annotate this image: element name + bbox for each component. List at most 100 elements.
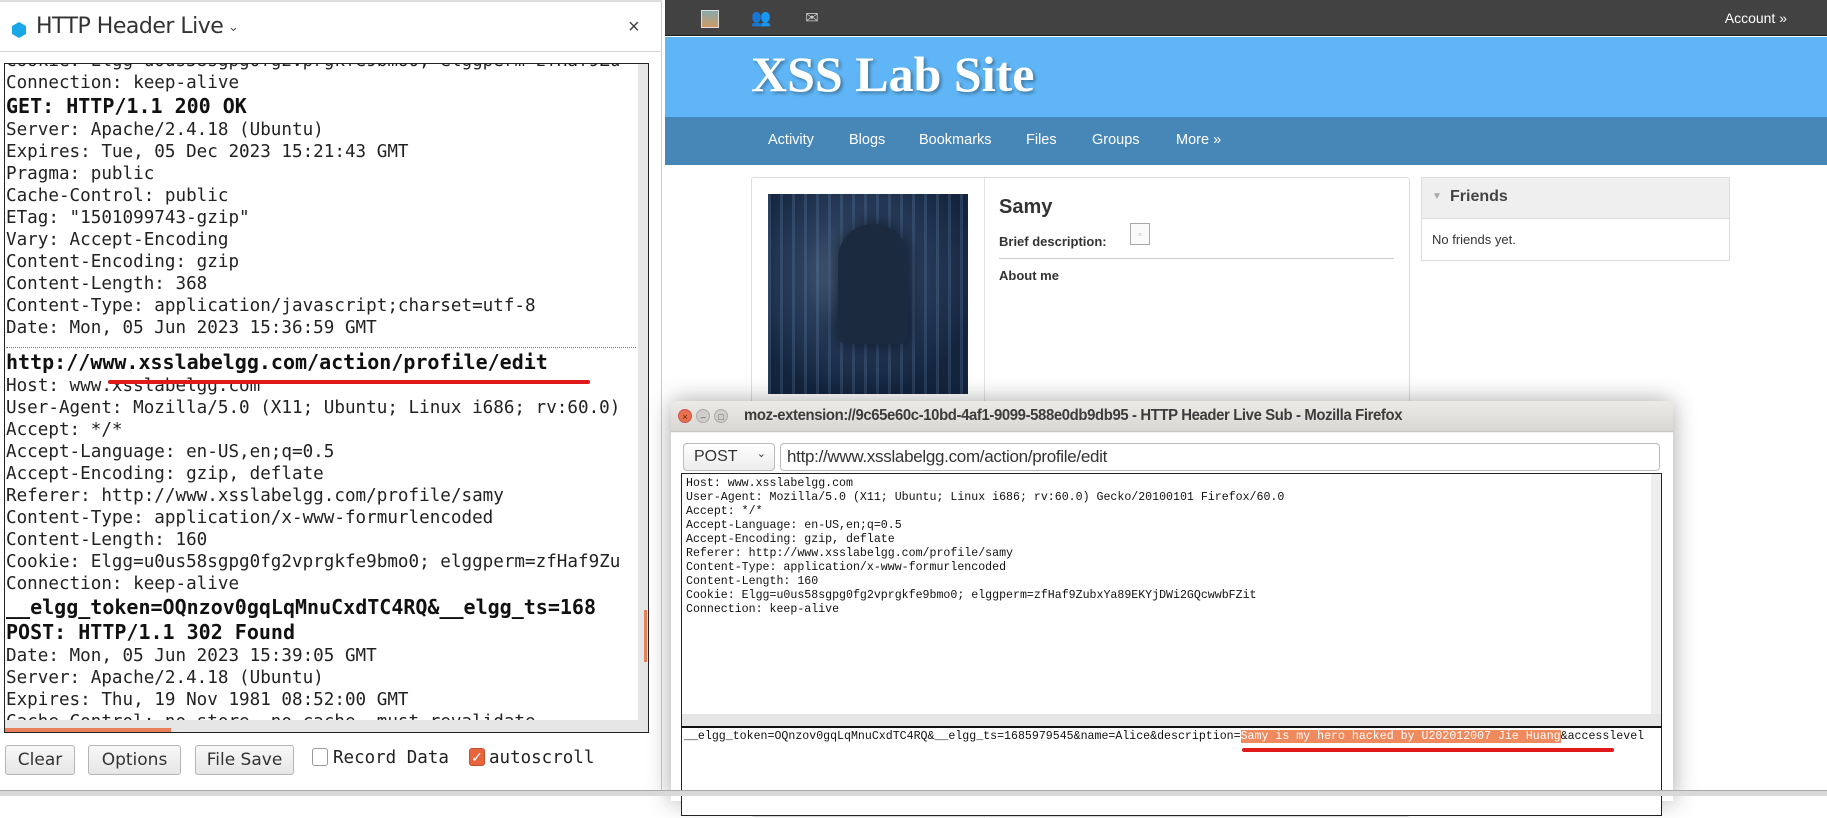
friends-widget: ▼ Friends No friends yet. [1421,177,1730,261]
site-title[interactable]: XSS Lab Site [751,45,1034,103]
chevron-down-icon[interactable]: ⌄ [228,19,239,35]
header-line: Connection: keep-alive [686,603,840,616]
panel-header: HTTP Header Live ⌄ × [0,0,662,52]
extension-icon [12,22,26,38]
close-icon[interactable]: × [628,16,640,39]
horizontal-scrollbar[interactable] [5,720,648,732]
vertical-scrollbar[interactable] [638,64,648,720]
vertical-scrollbar[interactable] [1651,474,1661,714]
http-header-live-panel: HTTP Header Live ⌄ × Cookie: Elgg=u0us58… [0,0,662,796]
log-line: Content-Type: application/javascript;cha… [6,296,536,316]
friends-empty: No friends yet. [1432,232,1516,247]
log-line: Host: www.xsslabelgg.com [6,376,261,396]
scrollbar-thumb[interactable] [644,610,647,662]
account-menu[interactable]: Account » [1725,10,1787,26]
nav-more[interactable]: More » [1176,132,1221,148]
log-line: Vary: Accept-Encoding [6,230,229,250]
log-line: Accept: */* [6,420,123,440]
red-underline-annotation [1242,748,1614,752]
profile-name: Samy [999,196,1053,218]
window-maximize-icon[interactable]: □ [714,409,728,423]
request-log[interactable]: Cookie: Elgg=u0us58sgpg0fg2vprgkfe9bmo0;… [4,63,649,733]
file-save-button[interactable]: File Save [195,745,294,775]
bottom-edge [0,790,1827,796]
header-line: Cookie: Elgg=u0us58sgpg0fg2vprgkfe9bmo0;… [686,589,1257,602]
body-prefix: __elgg_token=OQnzov0gqLqMnuCxdTC4RQ&__el… [684,730,1241,743]
messages-icon[interactable]: ✉ [803,10,821,28]
log-line: Pragma: public [6,164,155,184]
log-lines: Cookie: Elgg=u0us58sgpg0fg2vprgkfe9bmo0;… [6,64,636,732]
log-line: GET: HTTP/1.1 200 OK [6,94,247,118]
method-select[interactable]: POST ⌄ [683,443,775,471]
chevron-down-icon: ⌄ [756,448,766,460]
friends-icon[interactable]: 👥 [751,10,771,28]
window-title: moz-extension://9c65e60c-10bd-4af1-9099-… [744,407,1403,424]
log-line: Referer: http://www.xsslabelgg.com/profi… [6,486,504,506]
window-minimize-icon[interactable]: – [696,409,710,423]
header-live-sub-window: × – □ moz-extension://9c65e60c-10bd-4af1… [671,401,1673,816]
collapse-triangle-icon[interactable]: ▼ [1432,191,1442,202]
nav-groups[interactable]: Groups [1092,132,1140,148]
record-data-label: Record Data [333,748,449,768]
post-body-textarea[interactable]: __elgg_token=OQnzov0gqLqMnuCxdTC4RQ&__el… [681,726,1662,816]
log-line: Content-Encoding: gzip [6,252,240,272]
body-selected-text: Samy is my hero hacked by U202012007 Jie… [1240,730,1561,743]
options-button[interactable]: Options [88,745,181,775]
log-line: Date: Mon, 05 Jun 2023 15:39:05 GMT [6,646,377,666]
header-lines: Host: www.xsslabelgg.com User-Agent: Mozi… [686,477,1284,617]
autoscroll-label: autoscroll [489,748,595,768]
log-line: Content-Type: application/x-www-formurle… [6,508,494,528]
nav-activity[interactable]: Activity [768,132,814,148]
nav-bookmarks[interactable]: Bookmarks [919,132,992,148]
log-line: Server: Apache/2.4.18 (Ubuntu) [6,120,324,140]
post-body: __elgg_token=OQnzov0gqLqMnuCxdTC4RQ&__el… [684,730,1644,744]
log-line: User-Agent: Mozilla/5.0 (X11; Ubuntu; Li… [6,398,621,418]
record-data-checkbox[interactable] [312,748,328,766]
log-line: Date: Mon, 05 Jun 2023 15:36:59 GMT [6,318,377,338]
header-line: Accept: */* [686,505,763,518]
log-line: Expires: Thu, 19 Nov 1981 08:52:00 GMT [6,690,409,710]
header-line: Content-Length: 160 [686,575,819,588]
log-line: Accept-Encoding: gzip, deflate [6,464,324,484]
log-line: __elgg_token=OQnzov0gqLqMnuCxdTC4RQ&__el… [6,595,597,619]
log-line: Cookie: Elgg=u0us58sgpg0fg2vprgkfe9bmo0;… [6,552,621,572]
log-line: Accept-Language: en-US,en;q=0.5 [6,442,335,462]
entry-separator [6,347,636,348]
red-underline-annotation [108,380,590,384]
window-titlebar[interactable]: × – □ moz-extension://9c65e60c-10bd-4af1… [671,401,1673,432]
log-line: Expires: Tue, 05 Dec 2023 15:21:43 GMT [6,142,409,162]
log-line: Connection: keep-alive [6,574,240,594]
log-line: http://www.xsslabelgg.com/action/profile… [6,350,548,374]
url-input[interactable]: http://www.xsslabelgg.com/action/profile… [780,443,1660,471]
avatar-icon[interactable] [701,10,719,28]
panel-title[interactable]: HTTP Header Live [36,14,224,39]
headers-textarea[interactable]: Host: www.xsslabelgg.com User-Agent: Mozi… [681,473,1662,728]
divider [999,258,1394,259]
friends-title: Friends [1450,188,1508,205]
log-line: Content-Length: 160 [6,530,208,550]
nav-blogs[interactable]: Blogs [849,132,885,148]
profile-avatar [768,194,968,394]
header-line: Referer: http://www.xsslabelgg.com/profi… [686,547,1013,560]
header-line: Accept-Language: en-US,en;q=0.5 [686,519,902,532]
method-value: POST [694,448,738,465]
top-bar: 👥 ✉ Account » [665,0,1827,36]
log-line: Server: Apache/2.4.18 (Ubuntu) [6,668,324,688]
window-close-icon[interactable]: × [678,409,692,423]
site-banner: XSS Lab Site [665,37,1827,117]
header-line: Content-Type: application/x-www-formurle… [686,561,1007,574]
log-line: ETag: "1501099743-gzip" [6,208,250,228]
autoscroll-checkbox[interactable]: ✓ [469,748,485,766]
clear-button[interactable]: Clear [5,745,75,775]
log-line: POST: HTTP/1.1 302 Found [6,620,295,644]
log-line: Cookie: Elgg=u0us58sgpg0fg2vprgkfe9bmo0;… [6,64,636,72]
header-line: User-Agent: Mozilla/5.0 (X11; Ubuntu; Li… [686,491,1285,504]
body-suffix: &accesslevel [1560,730,1645,743]
window-body: POST ⌄ http://www.xsslabelgg.com/action/p… [671,433,1673,816]
nav-files[interactable]: Files [1026,132,1057,148]
friends-header[interactable]: ▼ Friends [1422,178,1729,219]
about-me-label: About me [999,268,1059,283]
header-line: Host: www.xsslabelgg.com [686,477,853,490]
header-line: Accept-Encoding: gzip, deflate [686,533,895,546]
scrollbar-thumb[interactable] [5,728,171,732]
